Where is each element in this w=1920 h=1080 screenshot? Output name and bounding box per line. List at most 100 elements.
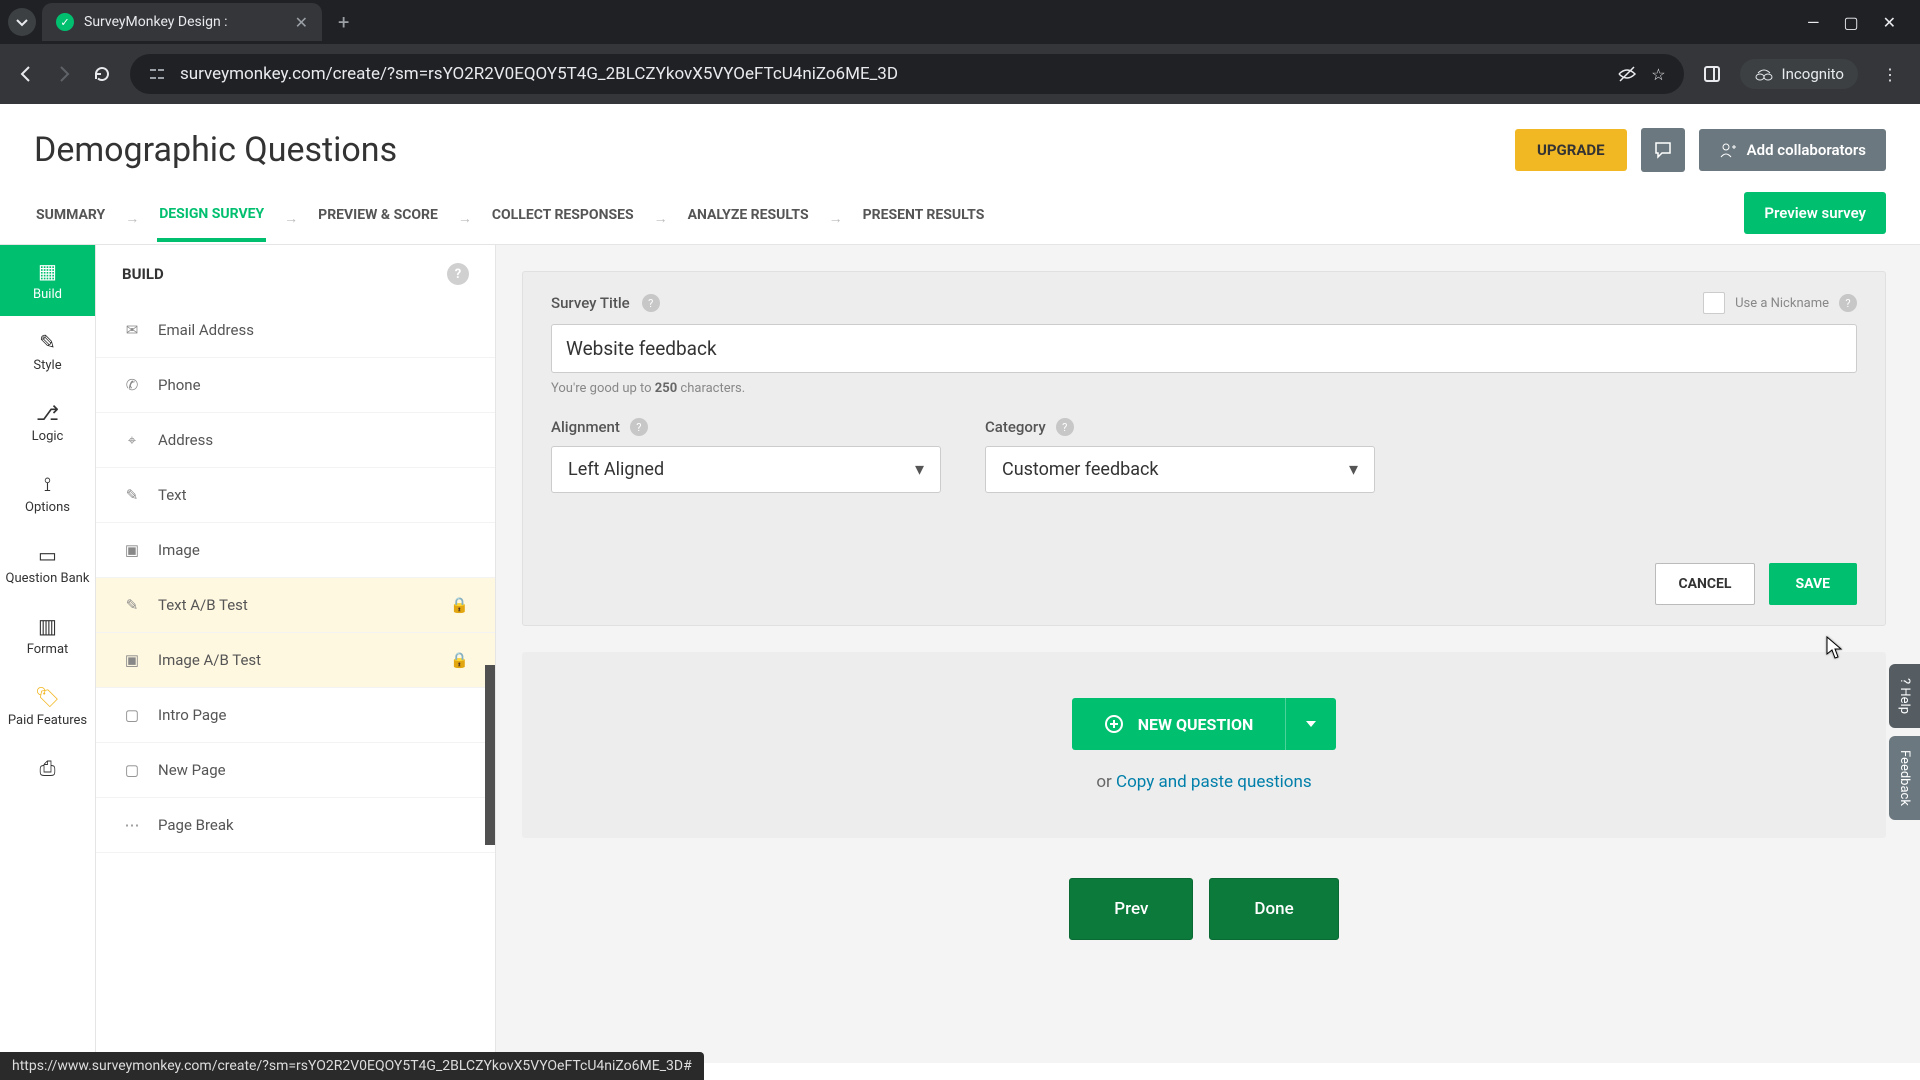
build-title: BUILD <box>122 265 164 283</box>
build-panel: BUILD ? ✉Email Address✆Phone⌖Address✎Tex… <box>96 245 496 1063</box>
build-item[interactable]: ⌖ Address <box>96 413 495 468</box>
help-icon[interactable]: ? <box>630 418 648 436</box>
scrollbar-thumb[interactable] <box>485 665 495 845</box>
preview-survey-button[interactable]: Preview survey <box>1744 192 1886 234</box>
caret-down-icon <box>1304 717 1318 731</box>
url-text: surveymonkey.com/create/?sm=rsYO2R2V0EQO… <box>180 64 1603 84</box>
item-icon: ⋯ <box>122 816 142 834</box>
build-item-label: Address <box>158 431 213 449</box>
cancel-button[interactable]: CANCEL <box>1655 563 1754 605</box>
lock-icon: 🔒 <box>450 651 469 669</box>
branch-icon: ⎇ <box>36 401 59 425</box>
item-icon: ▣ <box>122 541 142 559</box>
item-icon: ▢ <box>122 706 142 724</box>
add-collaborators-button[interactable]: Add collaborators <box>1699 129 1886 171</box>
build-item[interactable]: ✎Text <box>96 468 495 523</box>
rail-logic[interactable]: ⎇Logic <box>0 387 95 458</box>
done-button[interactable]: Done <box>1209 878 1338 940</box>
or-text: or <box>1096 772 1116 792</box>
rail-build[interactable]: ▦Build <box>0 245 95 316</box>
browser-menu-icon[interactable]: ⋮ <box>1876 65 1904 84</box>
tab-close-icon[interactable]: ✕ <box>295 13 308 32</box>
chevron-right-icon: → <box>829 210 843 227</box>
layout-icon: ▥ <box>38 614 57 638</box>
build-item[interactable]: ▢Intro Page <box>96 688 495 743</box>
new-tab-button[interactable]: + <box>328 10 359 34</box>
survey-title-label: Survey Title <box>551 294 630 312</box>
upgrade-button[interactable]: UPGRADE <box>1515 129 1627 171</box>
item-icon: ⌖ <box>122 431 142 449</box>
category-value: Customer feedback <box>1002 459 1159 480</box>
back-button[interactable] <box>16 64 36 84</box>
build-item[interactable]: ✆Phone <box>96 358 495 413</box>
build-item-label: Email Address <box>158 321 254 339</box>
address-bar[interactable]: surveymonkey.com/create/?sm=rsYO2R2V0EQO… <box>130 54 1684 94</box>
bank-icon: ▭ <box>38 543 57 567</box>
page-title: Demographic Questions <box>34 130 397 170</box>
build-item-label: Image A/B Test <box>158 651 261 669</box>
add-user-icon <box>1719 141 1737 159</box>
prev-button[interactable]: Prev <box>1069 878 1193 940</box>
maximize-icon[interactable]: ▢ <box>1843 13 1858 32</box>
eye-off-icon[interactable] <box>1617 64 1637 84</box>
rail-options[interactable]: ⟟Options <box>0 458 95 529</box>
bookmark-star-icon[interactable]: ☆ <box>1651 65 1665 84</box>
tab-analyze-results[interactable]: ANALYZE RESULTS <box>686 197 811 239</box>
build-item[interactable]: ✎ Text A/B Test 🔒 <box>96 578 495 633</box>
build-item-label: Text A/B Test <box>158 596 248 614</box>
lock-icon: 🔒 <box>450 596 469 614</box>
tab-preview-score[interactable]: PREVIEW & SCORE <box>316 197 440 239</box>
new-question-button[interactable]: NEW QUESTION <box>1072 698 1286 750</box>
sliders-icon: ⟟ <box>44 472 51 496</box>
grid-icon: ▦ <box>38 259 57 283</box>
rail-question-bank[interactable]: ▭Question Bank <box>0 529 95 600</box>
comments-button[interactable] <box>1641 128 1685 172</box>
site-settings-icon[interactable] <box>148 65 166 83</box>
tab-design-survey[interactable]: DESIGN SURVEY <box>157 196 266 242</box>
help-icon[interactable]: ? <box>1056 418 1074 436</box>
save-button[interactable]: SAVE <box>1769 563 1858 605</box>
alignment-label: Alignment <box>551 418 620 436</box>
help-side-tab[interactable]: ? Help <box>1889 664 1920 728</box>
build-item[interactable]: ▢New Page <box>96 743 495 798</box>
chevron-right-icon: → <box>458 210 472 227</box>
rail-style[interactable]: ✎Style <box>0 316 95 387</box>
reload-button[interactable] <box>92 64 112 84</box>
rail-print[interactable]: ⎙ <box>0 742 95 794</box>
panel-icon[interactable] <box>1702 64 1722 84</box>
forward-button[interactable] <box>54 64 74 84</box>
survey-title-input[interactable] <box>551 324 1857 373</box>
char-helper: You're good up to 250 characters. <box>551 381 1857 396</box>
chevron-right-icon: → <box>125 210 139 227</box>
tab-title: SurveyMonkey Design : <box>84 14 285 30</box>
build-item[interactable]: ▣Image A/B Test🔒 <box>96 633 495 688</box>
tab-collect-responses[interactable]: COLLECT RESPONSES <box>490 197 636 239</box>
browser-tab[interactable]: ✓ SurveyMonkey Design : ✕ <box>42 3 322 41</box>
tab-summary[interactable]: SUMMARY <box>34 197 107 239</box>
build-item[interactable]: ⋯Page Break <box>96 798 495 853</box>
copy-paste-link[interactable]: Copy and paste questions <box>1116 772 1312 792</box>
minimize-icon[interactable]: ― <box>1807 13 1820 32</box>
build-item[interactable]: ✉ Email Address <box>96 303 495 358</box>
close-window-icon[interactable]: ✕ <box>1883 13 1896 32</box>
incognito-badge[interactable]: Incognito <box>1740 59 1858 89</box>
alignment-select[interactable]: Left Aligned ▾ <box>551 446 941 493</box>
item-icon: ✎ <box>122 596 142 614</box>
category-label: Category <box>985 418 1046 436</box>
help-icon[interactable]: ? <box>1839 294 1857 312</box>
chevron-right-icon: → <box>654 210 668 227</box>
nickname-checkbox[interactable] <box>1703 292 1725 314</box>
help-icon[interactable]: ? <box>642 294 660 312</box>
rail-paid-features[interactable]: 🏷Paid Features <box>0 671 95 742</box>
incognito-icon <box>1754 67 1774 81</box>
item-icon: ✉ <box>122 321 142 339</box>
new-question-dropdown[interactable] <box>1285 698 1336 750</box>
tab-present-results[interactable]: PRESENT RESULTS <box>861 197 987 239</box>
category-select[interactable]: Customer feedback ▾ <box>985 446 1375 493</box>
feedback-side-tab[interactable]: Feedback <box>1889 736 1920 820</box>
help-icon[interactable]: ? <box>447 263 469 285</box>
build-item-label: Text <box>158 486 187 504</box>
tab-search-button[interactable] <box>8 8 36 36</box>
build-item[interactable]: ▣Image <box>96 523 495 578</box>
rail-format[interactable]: ▥Format <box>0 600 95 671</box>
